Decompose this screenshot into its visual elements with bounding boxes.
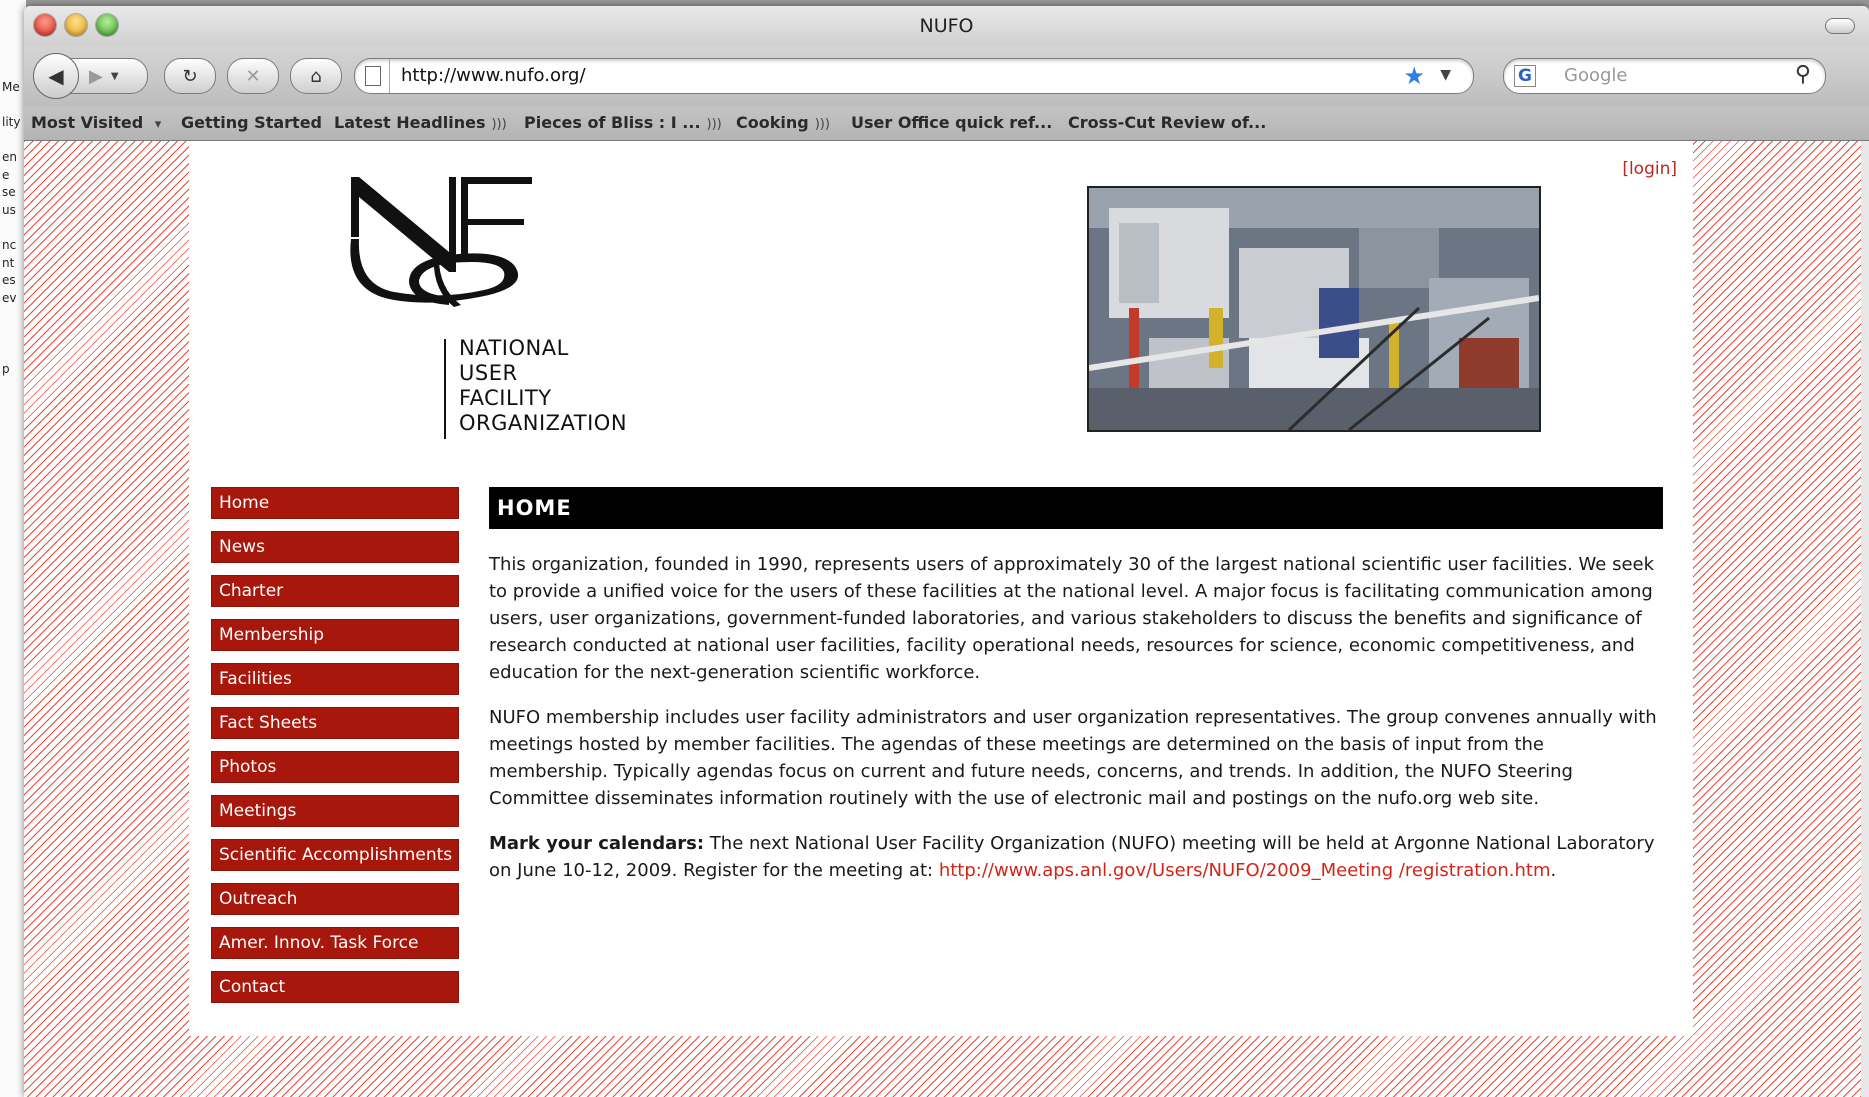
url-dropdown-icon[interactable]: ▼: [1440, 67, 1451, 83]
window-title: NUFO: [919, 15, 974, 37]
nav-contact[interactable]: Contact: [211, 971, 459, 1003]
home-button[interactable]: ⌂: [290, 58, 342, 94]
nav-facilities[interactable]: Facilities: [211, 663, 459, 695]
rss-icon: ))): [814, 117, 830, 132]
web-viewport: [login] NATIONAL USER FACILITY ORGANIZAT…: [24, 141, 1861, 1097]
calendar-label: Mark your calendars:: [489, 833, 705, 854]
toolbar-toggle-button[interactable]: [1825, 18, 1855, 34]
logo-line: ORGANIZATION: [459, 411, 628, 435]
background-fragment: se: [2, 185, 16, 199]
membership-paragraph: NUFO membership includes user facility a…: [489, 707, 1657, 809]
rss-icon: ))): [706, 117, 722, 132]
rss-icon: ))): [491, 117, 507, 132]
background-fragment: es: [2, 273, 16, 287]
nav-photos[interactable]: Photos: [211, 751, 459, 783]
back-forward-group: ◀ ▶ ▼: [33, 53, 148, 99]
reload-icon: ↻: [182, 65, 198, 87]
vertical-scrollbar[interactable]: [1861, 141, 1869, 1097]
page-container: [login] NATIONAL USER FACILITY ORGANIZAT…: [189, 141, 1693, 1036]
back-button[interactable]: ◀: [33, 53, 79, 99]
history-dropdown-icon[interactable]: ▼: [111, 71, 119, 82]
bookmark-label: Latest Headlines: [334, 113, 486, 132]
facility-photo: [1087, 186, 1541, 432]
logo-line: FACILITY: [459, 386, 552, 410]
bookmark-pieces-of-bliss[interactable]: Pieces of Bliss : I ...))): [524, 106, 722, 142]
browser-window: NUFO ◀ ▶ ▼ ↻ ✕ ⌂ http://www.nufo.org/ ★ …: [24, 6, 1869, 1097]
bookmark-label: Cooking: [736, 113, 809, 132]
chevron-down-icon: ▾: [154, 117, 162, 132]
bookmark-label: Pieces of Bliss : I ...: [524, 113, 701, 132]
main-content: HOME This organization, founded in 1990,…: [489, 487, 1663, 884]
background-fragment: p: [2, 362, 10, 376]
bookmark-star-icon[interactable]: ★: [1403, 62, 1425, 90]
background-fragment: us: [2, 203, 16, 217]
nav-charter[interactable]: Charter: [211, 575, 459, 607]
background-fragment: nt: [2, 256, 15, 270]
nav-outreach[interactable]: Outreach: [211, 883, 459, 915]
background-fragment: Me: [2, 80, 20, 94]
logo-wordmark: NATIONAL USER FACILITY ORGANIZATION: [459, 336, 627, 436]
logo-divider: [444, 339, 446, 439]
bookmark-cooking[interactable]: Cooking))): [736, 106, 830, 142]
bookmark-cross-cut[interactable]: Cross-Cut Review of...: [1068, 106, 1266, 140]
stop-button[interactable]: ✕: [227, 58, 279, 94]
search-engine-icon[interactable]: G: [1514, 65, 1536, 87]
background-fragment: lity: [2, 115, 21, 129]
bookmark-label: Most Visited: [31, 113, 144, 132]
registration-link[interactable]: http://www.aps.anl.gov/Users/NUFO/2009_M…: [939, 860, 1551, 881]
side-navigation: Home News Charter Membership Facilities …: [211, 487, 459, 1015]
login-link[interactable]: [login]: [1622, 159, 1677, 179]
bookmark-latest-headlines[interactable]: Latest Headlines))): [334, 106, 507, 142]
bookmark-user-office[interactable]: User Office quick ref...: [851, 106, 1052, 140]
background-fragment: en: [2, 150, 17, 164]
stop-icon: ✕: [245, 65, 261, 87]
nav-membership[interactable]: Membership: [211, 619, 459, 651]
background-window-strip: Me lity en e se us nc nt es ev p: [0, 0, 26, 1097]
bookmarks-bar: Most Visited ▾ Getting Started Latest He…: [24, 106, 1869, 141]
logo-line: NATIONAL: [459, 336, 569, 360]
background-fragment: ev: [2, 291, 17, 305]
bookmark-getting-started[interactable]: Getting Started: [181, 106, 322, 140]
background-fragment: nc: [2, 238, 17, 252]
nav-news[interactable]: News: [211, 531, 459, 563]
logo-line: USER: [459, 361, 518, 385]
bookmark-most-visited[interactable]: Most Visited ▾: [31, 106, 161, 142]
address-bar[interactable]: http://www.nufo.org/ ★ ▼: [354, 58, 1474, 94]
search-bar[interactable]: G Google ⚲: [1503, 58, 1826, 94]
search-icon[interactable]: ⚲: [1795, 62, 1811, 87]
background-fragment: e: [2, 168, 10, 182]
nav-fact-sheets[interactable]: Fact Sheets: [211, 707, 459, 739]
intro-paragraph: This organization, founded in 1990, repr…: [489, 554, 1655, 683]
search-input[interactable]: Google: [1564, 59, 1627, 93]
page-title: HOME: [489, 487, 1663, 529]
meeting-end: .: [1550, 860, 1557, 881]
title-bar: NUFO: [24, 6, 1869, 46]
page-icon: [365, 66, 381, 86]
url-text[interactable]: http://www.nufo.org/: [401, 59, 586, 93]
nav-meetings[interactable]: Meetings: [211, 795, 459, 827]
back-arrow-icon: ◀: [48, 64, 64, 88]
forward-button[interactable]: ▶: [89, 66, 103, 87]
nav-amer-innov-task-force[interactable]: Amer. Innov. Task Force: [211, 927, 459, 959]
meeting-paragraph: Mark your calendars: The next National U…: [489, 830, 1663, 884]
nav-scientific-accomplishments[interactable]: Scientific Accomplishments: [211, 839, 459, 871]
nav-home[interactable]: Home: [211, 487, 459, 519]
home-icon: ⌂: [310, 65, 322, 87]
navigation-toolbar: ◀ ▶ ▼ ↻ ✕ ⌂ http://www.nufo.org/ ★ ▼ G G…: [24, 46, 1869, 106]
address-separator: [389, 59, 390, 93]
reload-button[interactable]: ↻: [164, 58, 216, 94]
